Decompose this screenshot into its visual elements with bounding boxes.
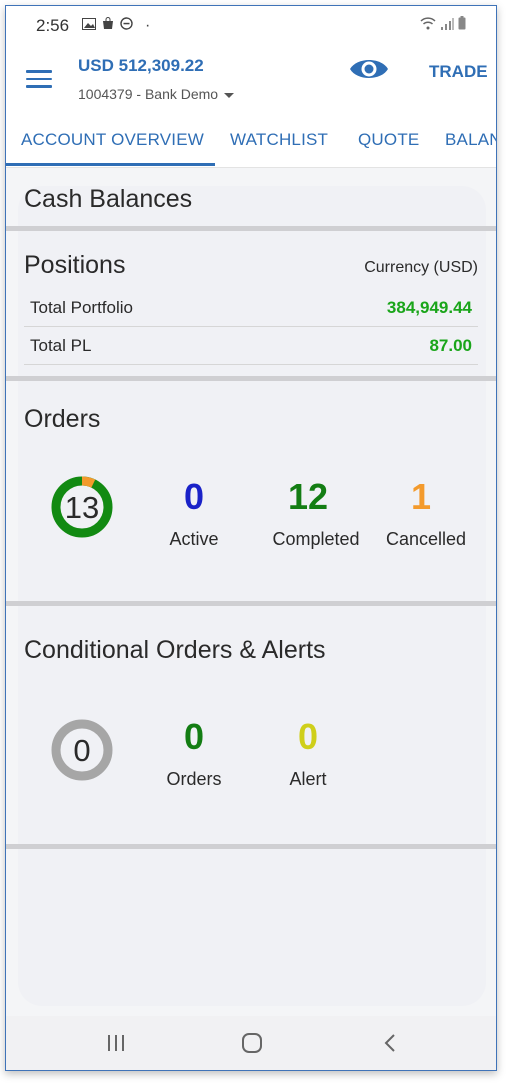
- row-value: 384,949.44: [386, 298, 472, 317]
- account-balance: USD 512,309.22: [78, 56, 204, 75]
- notification-dot: ·: [145, 17, 151, 34]
- alert-label: Alert: [289, 769, 327, 789]
- eye-icon[interactable]: [349, 56, 389, 82]
- conditional-orders-section[interactable]: Conditional Orders & Alerts 0 0 Orders 0…: [6, 606, 496, 846]
- shopping-bag-icon: [102, 17, 114, 35]
- tab-quote[interactable]: QUOTE: [358, 130, 419, 150]
- do-not-disturb-icon: [120, 17, 133, 35]
- app-bar: USD 512,309.22 1004379 - Bank Demo TRADE: [6, 42, 496, 112]
- completed-orders-label: Completed: [272, 529, 360, 549]
- row-label: Total Portfolio: [30, 298, 133, 317]
- section-divider: [6, 844, 496, 849]
- gallery-icon: [82, 17, 96, 35]
- orders-title: Orders: [24, 405, 101, 433]
- row-label: Total PL: [30, 336, 92, 355]
- wifi-icon: [420, 16, 436, 35]
- conditional-orders-count: 0: [183, 716, 205, 757]
- cancelled-orders-label: Cancelled: [385, 529, 467, 549]
- conditional-donut-chart: 0: [51, 719, 113, 781]
- tab-balances[interactable]: BALAN: [445, 130, 496, 150]
- recent-apps-icon[interactable]: [96, 1030, 136, 1056]
- signal-icon: [440, 17, 454, 35]
- account-selector[interactable]: 1004379 - Bank Demo: [78, 86, 235, 102]
- navigation-bar: [6, 1016, 496, 1070]
- status-time: 2:56: [36, 16, 70, 35]
- row-value: 87.00: [429, 336, 472, 355]
- positions-section: Positions Currency (USD) Total Portfolio…: [6, 167, 496, 377]
- active-orders-label: Active: [169, 529, 219, 549]
- alert-count: 0: [297, 716, 319, 757]
- back-icon[interactable]: [370, 1030, 410, 1056]
- orders-section[interactable]: Orders 13 0 Active 12 Completed 1 Cancel…: [6, 381, 496, 601]
- position-row-total-pl: Total PL 87.00: [24, 327, 478, 365]
- battery-icon: [458, 16, 466, 35]
- tab-bar: ACCOUNT OVERVIEW WATCHLIST QUOTE BALAN: [6, 112, 496, 168]
- positions-title: Positions: [24, 251, 126, 279]
- completed-orders-count: 12: [287, 476, 329, 517]
- position-row-total-portfolio: Total Portfolio 384,949.44: [24, 289, 478, 327]
- hamburger-menu-icon[interactable]: [26, 70, 52, 88]
- status-bar: 2:56 ·: [6, 6, 496, 42]
- conditional-orders-title: Conditional Orders & Alerts: [24, 636, 326, 664]
- tab-account-overview[interactable]: ACCOUNT OVERVIEW: [21, 130, 204, 150]
- conditional-orders-label: Orders: [166, 769, 222, 789]
- currency-label: Currency (USD): [364, 259, 478, 276]
- conditional-total: 0: [73, 733, 90, 768]
- caret-down-icon: [224, 92, 235, 98]
- active-orders-count: 0: [183, 476, 205, 517]
- home-icon[interactable]: [232, 1030, 272, 1056]
- orders-donut-chart: 13: [51, 476, 113, 538]
- trade-button[interactable]: TRADE: [429, 62, 488, 82]
- app-window: 2:56 · USD 512,309.22 1004379 - Bank Dem…: [5, 5, 497, 1071]
- orders-total: 13: [65, 490, 99, 525]
- tab-watchlist[interactable]: WATCHLIST: [230, 130, 328, 150]
- account-name: 1004379 - Bank Demo: [78, 86, 219, 102]
- cancelled-orders-count: 1: [410, 476, 432, 517]
- active-tab-indicator: [6, 163, 215, 166]
